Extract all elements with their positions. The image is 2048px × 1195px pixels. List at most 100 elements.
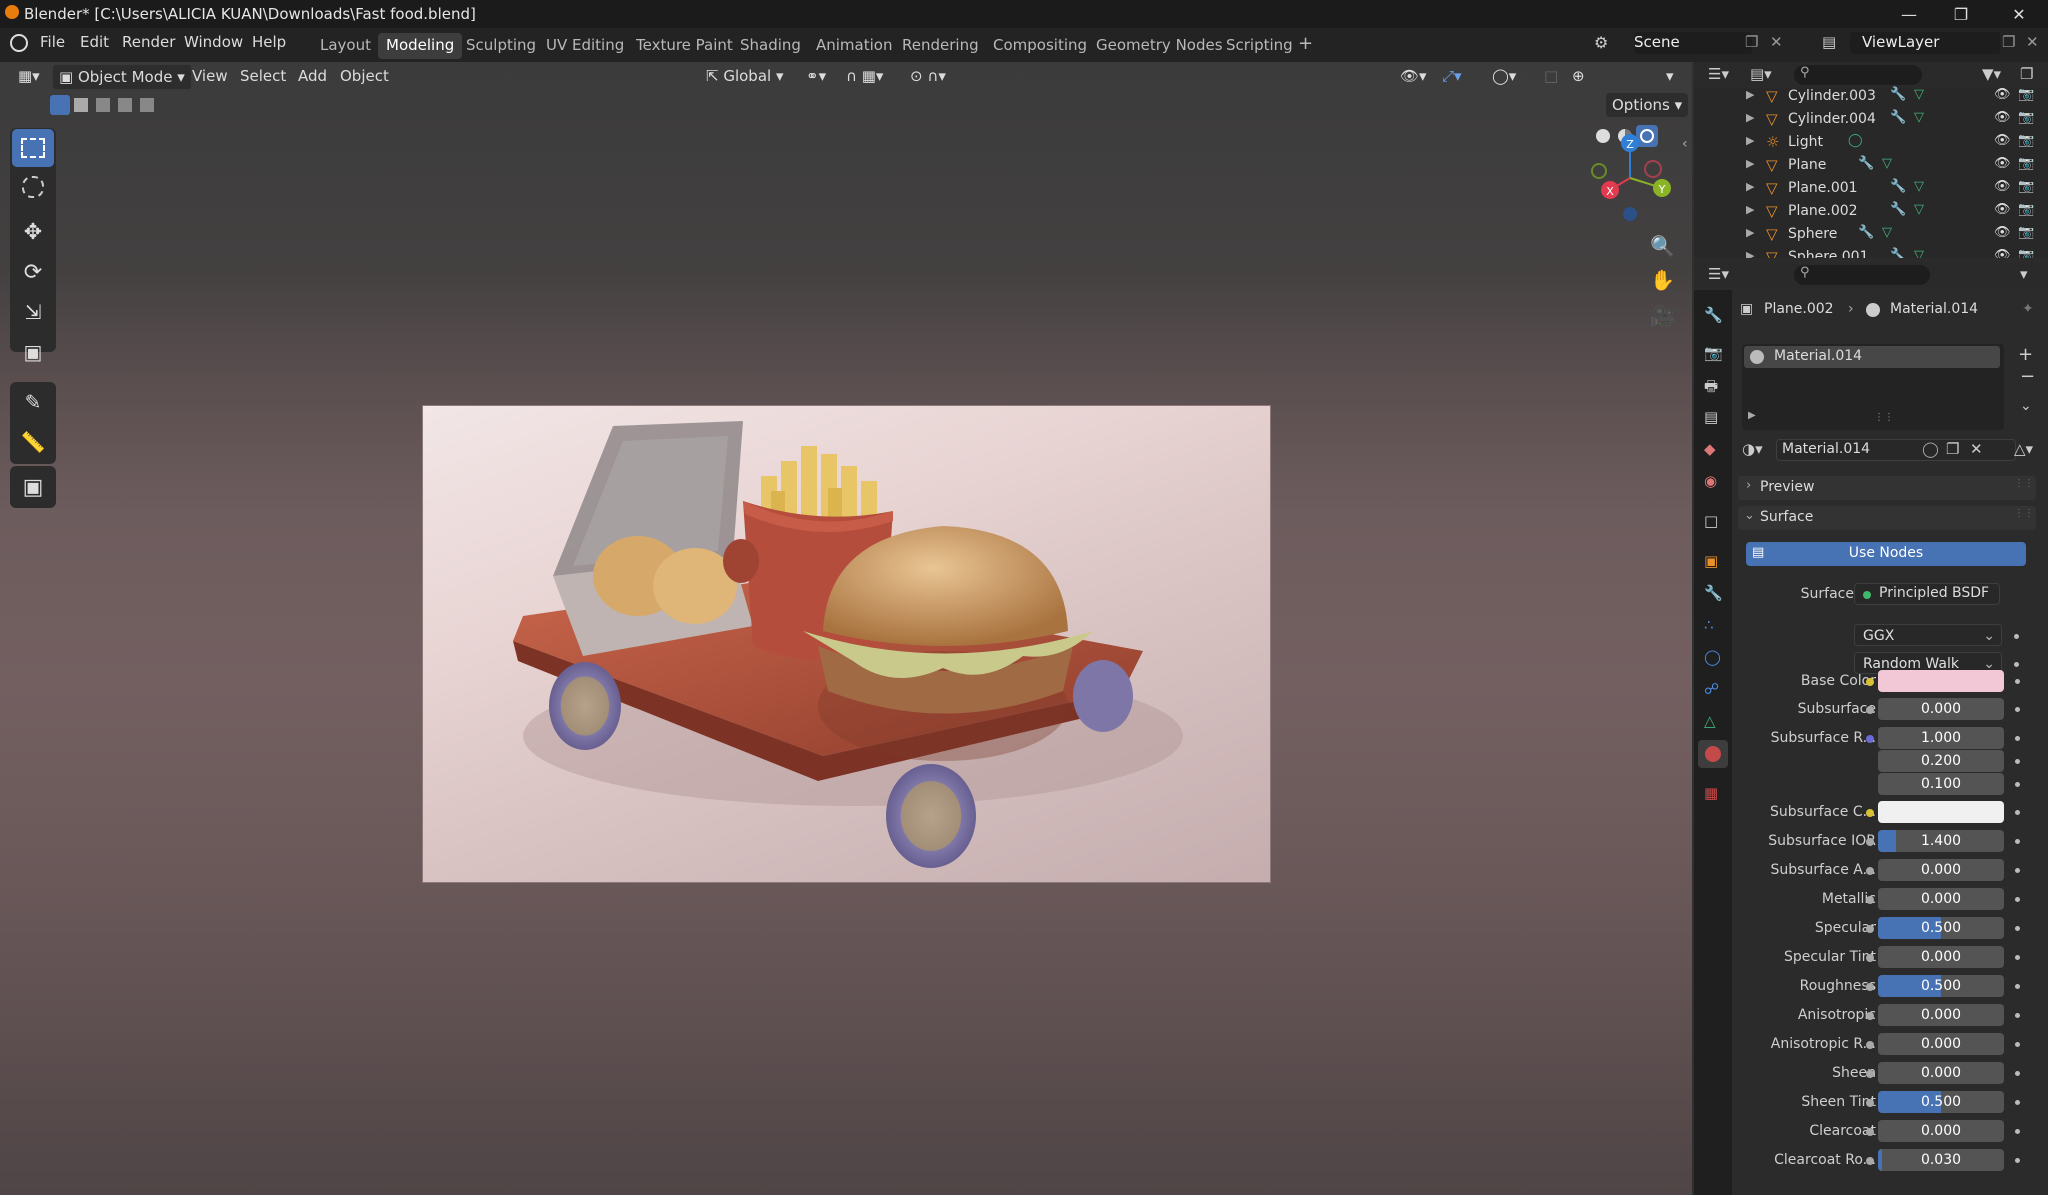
light-data-icon[interactable]: ◯ [1848, 133, 1863, 148]
menu-window[interactable]: Window [184, 33, 243, 51]
remove-slot-icon[interactable]: − [2020, 366, 2035, 387]
socket-dot-icon[interactable] [1866, 896, 1874, 904]
keyframe-dot[interactable] [2015, 897, 2020, 902]
socket-dot-icon[interactable] [1866, 1041, 1874, 1049]
keyframe-dot[interactable] [2015, 868, 2020, 873]
physics-tab-icon[interactable]: ◯ [1704, 648, 1721, 666]
properties-editor-type-icon[interactable]: ☰▾ [1708, 265, 1729, 283]
workspace-tab-sculpting[interactable]: Sculpting [458, 33, 544, 59]
keyframe-dot[interactable] [2015, 926, 2020, 931]
keyframe-dot[interactable] [2014, 634, 2019, 639]
editor-type-icon[interactable]: ▦▾ [12, 64, 46, 88]
visibility-eye-icon[interactable]: 👁 [1994, 133, 2011, 148]
numeric-slider-field[interactable]: 0.000 [1878, 1062, 2004, 1084]
outliner-row[interactable]: ▶ ▽ Cylinder.003 🔧 ▽ 👁 📷 [1694, 85, 2048, 108]
workspace-tab-animation[interactable]: Animation [808, 33, 900, 59]
disclosure-triangle-icon[interactable]: ▶ [1746, 157, 1754, 170]
visibility-eye-icon[interactable]: 👁 [1994, 110, 2011, 125]
numeric-slider-field[interactable]: 0.500 [1878, 975, 2004, 997]
socket-dot-icon[interactable] [1866, 1012, 1874, 1020]
socket-dot-icon[interactable] [1866, 1128, 1874, 1136]
data-tab-icon[interactable]: △ [1704, 712, 1716, 730]
constraints-tab-icon[interactable]: ☍ [1704, 680, 1719, 698]
socket-dot-icon[interactable] [1866, 809, 1874, 817]
outliner-editor-type-icon[interactable]: ☰▾ [1708, 65, 1729, 83]
display-mode-icon[interactable]: ▤▾ [1750, 65, 1772, 83]
mesh-data-icon[interactable]: ▽ [1914, 179, 1924, 194]
modifier-icon[interactable]: 🔧 [1890, 87, 1906, 102]
keyframe-dot[interactable] [2015, 759, 2020, 764]
render-camera-icon[interactable]: 📷 [2018, 156, 2034, 171]
properties-search-input[interactable]: ⚲ [1794, 265, 1930, 285]
expand-icon[interactable]: ▶ [1748, 410, 1756, 421]
numeric-slider-field[interactable]: 1.400 [1878, 830, 2004, 852]
visibility-eye-icon[interactable]: 👁 [1994, 225, 2011, 240]
duplicate-material-icon[interactable]: ❐ [1946, 440, 1959, 458]
mesh-data-icon[interactable]: ▽ [1882, 225, 1892, 240]
numeric-slider-field[interactable]: 0.000 [1878, 1033, 2004, 1055]
mesh-data-icon[interactable]: ▽ [1914, 202, 1924, 217]
menu-edit[interactable]: Edit [80, 33, 109, 51]
material-tab-button[interactable] [1698, 740, 1728, 768]
object-menu[interactable]: Object [334, 64, 395, 88]
unlink-material-icon[interactable]: ✕ [1970, 440, 1983, 458]
disclosure-triangle-icon[interactable]: ▶ [1746, 134, 1754, 147]
keyframe-dot[interactable] [2015, 984, 2020, 989]
use-nodes-button[interactable]: ▤ Use Nodes [1746, 542, 2026, 566]
outliner-row[interactable]: ▶ ▽ Plane 🔧 ▽ 👁 📷 [1694, 154, 2048, 177]
select-box-tool[interactable] [12, 129, 54, 167]
add-cube-tool[interactable]: ▣ [12, 468, 54, 506]
modifier-icon[interactable]: 🔧 [1890, 179, 1906, 194]
workspace-tab-modeling[interactable]: Modeling [378, 33, 463, 59]
numeric-slider-field[interactable]: 0.500 [1878, 917, 2004, 939]
drag-grip-icon[interactable]: ⋮⋮ [2014, 508, 2034, 519]
resize-grip-icon[interactable]: ⋮⋮ [1874, 412, 1894, 423]
shading-options-icon[interactable]: ▾ [1660, 64, 1680, 88]
numeric-slider-field[interactable]: 0.000 [1878, 946, 2004, 968]
socket-dot-icon[interactable] [1866, 867, 1874, 875]
disclosure-triangle-icon[interactable]: ▶ [1746, 226, 1754, 239]
menu-help[interactable]: Help [252, 33, 286, 51]
socket-dot-icon[interactable] [1866, 1157, 1874, 1165]
numeric-slider-field[interactable]: 0.200 [1878, 750, 2004, 772]
keyframe-dot[interactable] [2015, 736, 2020, 741]
render-camera-icon[interactable]: 📷 [2018, 248, 2034, 258]
render-camera-icon[interactable]: 📷 [2018, 133, 2034, 148]
numeric-slider-field[interactable]: 0.000 [1878, 1004, 2004, 1026]
visibility-eye-icon[interactable]: 👁 [1994, 87, 2011, 102]
numeric-slider-field[interactable]: 0.000 [1878, 1120, 2004, 1142]
camera-view-icon[interactable]: 🎥 [1650, 304, 1675, 328]
keyframe-dot[interactable] [2015, 1013, 2020, 1018]
outliner-row[interactable]: ▶ ☼ Light ◯ 👁 📷 [1694, 131, 2048, 154]
browse-material-icon[interactable]: ◑▾ [1742, 440, 1763, 458]
view-layer-tab-icon[interactable]: ▤ [1704, 408, 1718, 426]
socket-dot-icon[interactable] [1866, 1070, 1874, 1078]
keyframe-dot[interactable] [2015, 1100, 2020, 1105]
view-layer-selector[interactable]: ▤ ViewLayer ❐ ✕ [1822, 31, 2048, 57]
close-window-button[interactable]: ✕ [1990, 0, 2048, 28]
workspace-tab-layout[interactable]: Layout [312, 33, 379, 59]
select-extend-icon[interactable] [74, 98, 88, 112]
mesh-data-icon[interactable]: ▽ [1914, 110, 1924, 125]
distribution-dropdown[interactable]: GGX ⌄ [1854, 624, 2002, 646]
render-camera-icon[interactable]: 📷 [2018, 87, 2034, 102]
outliner-search-input[interactable]: ⚲ [1794, 65, 1922, 85]
disclosure-triangle-icon[interactable]: ▶ [1746, 180, 1754, 193]
slot-specials-icon[interactable]: ⌄ [2020, 398, 2032, 414]
overlay-toggle-icon[interactable]: ◯▾ [1486, 64, 1522, 88]
keyframe-dot[interactable] [2015, 782, 2020, 787]
collection-tab-icon[interactable]: □ [1704, 512, 1718, 530]
snap-icon[interactable]: ∩ ▦▾ [840, 64, 889, 88]
workspace-tab-geometry-nodes[interactable]: Geometry Nodes [1088, 33, 1231, 59]
minimize-button[interactable]: — [1880, 0, 1938, 28]
select-menu[interactable]: Select [234, 64, 292, 88]
options-dropdown[interactable]: Options ▾ [1606, 93, 1689, 117]
keyframe-dot[interactable] [2015, 1071, 2020, 1076]
measure-tool[interactable]: 📏 [12, 423, 54, 461]
mesh-data-icon[interactable]: ▽ [1882, 156, 1892, 171]
modifier-icon[interactable]: 🔧 [1890, 248, 1906, 258]
select-box-mode-icon[interactable] [50, 95, 70, 115]
add-workspace-icon[interactable]: + [1298, 33, 1313, 54]
keyframe-dot[interactable] [2015, 955, 2020, 960]
menu-file[interactable]: File [40, 33, 65, 51]
